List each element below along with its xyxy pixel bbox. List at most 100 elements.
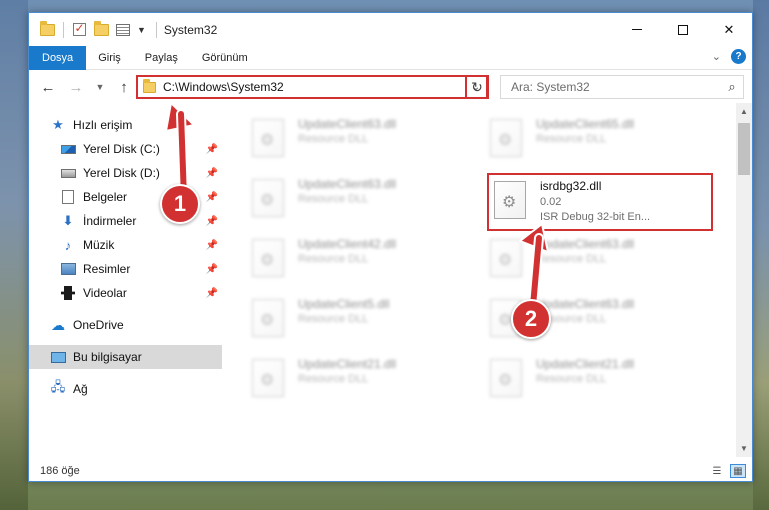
search-icon[interactable]: ⌕ (721, 79, 743, 95)
file-list: UpdateClient63.dll Resource DLL UpdateCl… (222, 103, 738, 457)
toolbar-divider (63, 21, 64, 38)
file-type: Resource DLL (298, 193, 369, 205)
sidebar-item-label: Bu bilgisayar (73, 350, 142, 364)
pin-icon[interactable]: 📌 (206, 264, 218, 275)
window-title: System32 (163, 22, 218, 37)
document-icon (59, 189, 77, 205)
ribbon-right-controls: ⌄ ? (712, 49, 746, 64)
file-item[interactable]: UpdateClient65.dll Resource DLL (490, 115, 720, 167)
close-icon: ✕ (723, 21, 735, 37)
sidebar-item-local-disk-c[interactable]: Yerel Disk (C:) 📌 (29, 137, 222, 161)
desktop-background-left (0, 0, 28, 510)
details-view-icon[interactable]: ☰ (709, 464, 725, 478)
file-name: UpdateClient63.dll (298, 177, 397, 191)
sidebar-item-quick-access[interactable]: ★ Hızlı erişim (29, 113, 222, 137)
sidebar-item-label: Belgeler (83, 190, 128, 204)
properties-icon[interactable] (115, 22, 131, 38)
computer-icon (49, 349, 67, 365)
up-arrow-icon[interactable]: ↑ (113, 76, 135, 98)
item-count: 186 öğe (40, 465, 80, 477)
tab-share[interactable]: Paylaş (133, 46, 190, 70)
drive-icon (59, 141, 77, 157)
recent-locations-chevron-icon[interactable]: ▼ (93, 76, 107, 98)
pin-icon[interactable]: 📌 (206, 192, 218, 203)
minimize-button[interactable] (614, 13, 660, 46)
navigation-pane: ★ Hızlı erişim Yerel Disk (C:) 📌 Yerel D… (29, 111, 222, 451)
music-icon: ♪ (64, 237, 72, 253)
tab-home[interactable]: Giriş (86, 46, 133, 70)
toolbar-divider (155, 21, 157, 38)
videos-icon (59, 285, 77, 301)
file-type: Resource DLL (298, 373, 369, 385)
dll-file-icon (490, 359, 522, 397)
callout-badge-1: 1 (160, 184, 200, 224)
dll-file-icon (252, 119, 284, 157)
pin-icon[interactable]: 📌 (206, 216, 218, 227)
sidebar-item-music[interactable]: ♪ Müzik 📌 (29, 233, 222, 257)
sidebar-item-label: Yerel Disk (C:) (83, 142, 160, 156)
scrollbar-thumb[interactable] (738, 123, 750, 175)
drive-icon (59, 165, 77, 181)
address-bar[interactable]: C:\Windows\System32 ⌄ (136, 75, 488, 99)
pin-icon[interactable]: 📌 (206, 240, 218, 251)
minimize-icon (632, 29, 642, 30)
sidebar-item-label: İndirmeler (83, 214, 137, 228)
file-name: UpdateClient63.dll (536, 237, 635, 251)
help-icon[interactable]: ? (731, 49, 746, 64)
file-name: UpdateClient63.dll (298, 117, 397, 131)
forward-arrow-icon[interactable]: → (65, 76, 87, 98)
file-name: UpdateClient42.dll (298, 237, 397, 251)
file-item[interactable]: UpdateClient5.dll Resource DLL (252, 295, 482, 347)
back-arrow-icon[interactable]: ← (37, 76, 59, 98)
search-input[interactable]: Ara: System32 ⌕ (500, 75, 744, 99)
tab-file[interactable]: Dosya (29, 45, 87, 70)
status-bar: 186 öğe ☰ ▦ (29, 459, 752, 481)
network-icon: 🖧 (50, 379, 66, 394)
new-folder-icon[interactable] (93, 20, 109, 38)
file-item[interactable]: UpdateClient21.dll Resource DLL (490, 355, 720, 407)
view-toggle: ☰ ▦ (709, 464, 746, 478)
file-explorer-window: ▼ System32 ✕ Dosya Giriş Paylaş Görünüm … (28, 12, 753, 482)
cloud-icon: ☁ (51, 316, 65, 333)
vertical-scrollbar[interactable]: ▲ ▼ (736, 103, 752, 457)
maximize-button[interactable] (660, 13, 706, 46)
maximize-icon (678, 24, 688, 35)
file-name: UpdateClient21.dll (298, 357, 397, 371)
sidebar-item-videos[interactable]: Videolar 📌 (29, 281, 222, 305)
sidebar-item-onedrive[interactable]: ☁ OneDrive (29, 313, 222, 337)
file-item[interactable]: UpdateClient42.dll Resource DLL (252, 235, 482, 287)
address-path: C:\Windows\System32 (163, 80, 284, 94)
scroll-up-icon[interactable]: ▲ (736, 103, 752, 120)
file-item[interactable]: UpdateClient21.dll Resource DLL (252, 355, 482, 407)
customize-toolbar-dropdown[interactable]: ▼ (137, 25, 146, 35)
tiles-view-icon[interactable]: ▦ (730, 464, 746, 478)
refresh-icon: ↻ (471, 78, 483, 95)
sidebar-item-pictures[interactable]: Resimler 📌 (29, 257, 222, 281)
properties-check-icon[interactable] (71, 21, 87, 38)
pin-icon[interactable]: 📌 (206, 288, 218, 299)
refresh-button[interactable]: ↻ (465, 75, 489, 99)
sidebar-item-label: Hızlı erişim (73, 118, 133, 132)
pictures-icon (59, 261, 77, 277)
sidebar-item-local-disk-d[interactable]: Yerel Disk (D:) 📌 (29, 161, 222, 185)
file-item[interactable]: UpdateClient63.dll Resource DLL (490, 235, 720, 287)
pin-icon[interactable]: 📌 (206, 144, 218, 155)
sidebar-item-this-pc[interactable]: Bu bilgisayar (29, 345, 222, 369)
file-type: Resource DLL (298, 133, 369, 145)
scroll-down-icon[interactable]: ▼ (736, 440, 752, 457)
file-item[interactable]: UpdateClient63.dll Resource DLL (252, 115, 482, 167)
file-name: UpdateClient63.dll (536, 297, 635, 311)
file-item[interactable]: UpdateClient63.dll Resource DLL (252, 175, 482, 227)
file-type: Resource DLL (536, 133, 607, 145)
expand-ribbon-chevron-icon[interactable]: ⌄ (712, 50, 721, 63)
sidebar-item-network[interactable]: 🖧 Ağ (29, 377, 222, 401)
file-type: Resource DLL (536, 253, 607, 265)
tab-view[interactable]: Görünüm (190, 46, 260, 70)
dll-file-icon (490, 119, 522, 157)
dll-file-icon (252, 179, 284, 217)
file-name: UpdateClient21.dll (536, 357, 635, 371)
pin-icon[interactable]: 📌 (206, 168, 218, 179)
window-controls: ✕ (614, 13, 752, 46)
desktop-background-right (753, 0, 769, 510)
close-button[interactable]: ✕ (706, 13, 752, 46)
